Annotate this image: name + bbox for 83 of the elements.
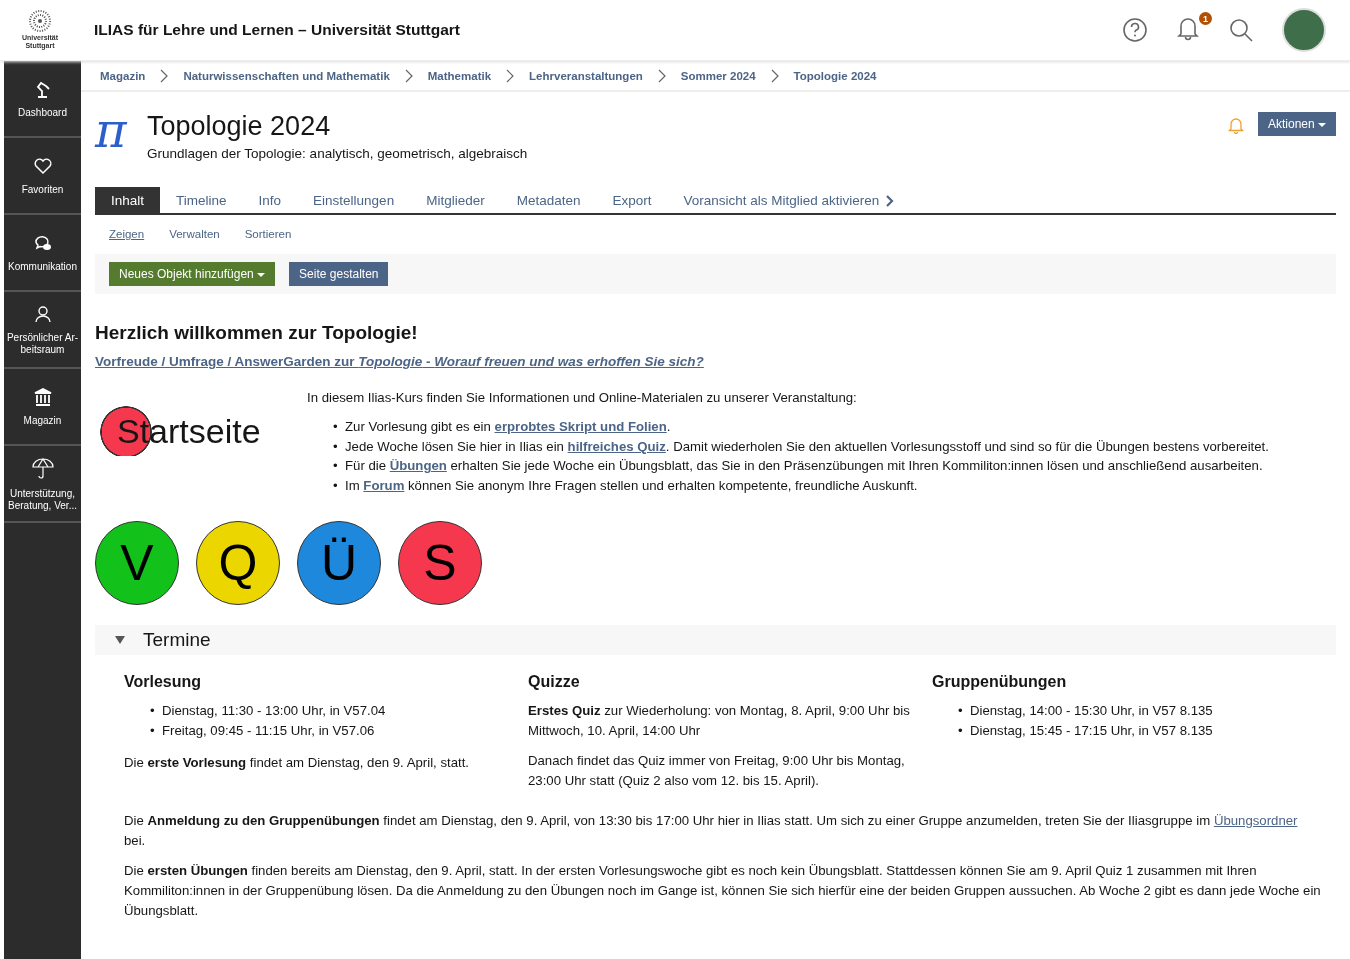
notification-badge: 1: [1199, 12, 1212, 25]
actions-button[interactable]: Aktionen: [1257, 112, 1336, 136]
tab[interactable]: Mitglieder: [410, 187, 501, 213]
column-heading: Gruppenübungen: [932, 673, 1068, 691]
survey-link[interactable]: Vorfreude / Umfrage / AnswerGarden zur Topologie - Worauf freuen und was erhoffen Sie sich?: [95, 354, 704, 369]
tab[interactable]: Einstellungen: [297, 187, 411, 213]
breadcrumb-link[interactable]: Topologie 2024: [793, 69, 877, 82]
tab[interactable]: Voransicht als Mitglied aktivieren: [667, 187, 912, 213]
dotted-sphere-icon: [27, 10, 53, 32]
chevron-right-icon: [403, 68, 414, 83]
sidebar-item[interactable]: Unterstützung, Beratung, Ver...: [4, 446, 81, 523]
paragraph: Erstes Quiz zur Wiederholung: von Montag, 8. April, 9:00 Uhr bis Mittwoch, 10. April, 14:00 Uhr: [528, 702, 911, 740]
subtab[interactable]: Zeigen: [109, 228, 145, 240]
bullet-mark: •: [333, 457, 339, 475]
paragraph: Die ersten Übungen finden bereits am Dienstag, den 9. April, statt. In der ersten Vorlesungswoche gibt es noch kein Übungsblatt. Stattdessen können Sie am 9. April Quiz 1 zusammen mit Ihren Kommiliton:innen in der Gruppenübung lösen. Da die Anmeldung zu den Übungen noch im Gange ist, können Sie sich hierfür eine der beiden Gruppen aussuchen. Ab Woche 2 gibt es dann jede Woche ein Übungsblatt.: [124, 862, 1322, 920]
bullet-mark: •: [958, 722, 964, 740]
chevron-right-icon: [159, 68, 170, 83]
sidebar-item[interactable]: Dashboard: [4, 61, 81, 138]
bullet-item: Für die Übungen erhalten Sie jede Woche ein Übungsblatt, das Sie in den Präsenzübungen mit Ihren Kommiliton:innen lösen und anschließend ausarbeiten.: [345, 457, 1263, 475]
heart-icon: [32, 155, 53, 176]
paragraph: Die Anmeldung zu den Gruppenübungen findet am Dienstag, den 9. April, von 13:30 bis 17:00 Uhr hier in Ilias statt. Um sich zu einer Gruppe anzumelden, treten Sie der Iliasgruppe im Übungsordner bei.: [124, 812, 1299, 850]
page-layout-button[interactable]: Seite gestalten: [289, 262, 389, 286]
course-title: Topologie 2024: [147, 110, 332, 142]
breadcrumb-link[interactable]: Naturwissenschaften und Mathematik: [183, 69, 390, 82]
accordion-header[interactable]: Termine: [95, 625, 1336, 655]
avatar[interactable]: [1282, 8, 1326, 52]
content-link[interactable]: Übungen: [389, 458, 447, 473]
content-link[interactable]: Forum: [363, 477, 405, 493]
chevron-right-icon: [769, 68, 780, 83]
content-link[interactable]: hilfreiches Quiz: [567, 438, 666, 454]
paragraph: Danach findet das Quiz immer von Freitag, 9:00 Uhr bis Montag, 23:00 Uhr statt (Quiz 2 also vom 12. bis 15. April).: [528, 752, 906, 790]
sidebar-item[interactable]: Persönlicher Ar-beitsraum: [4, 292, 81, 369]
chevron-right-icon: [656, 68, 667, 83]
breadcrumb-link[interactable]: Sommer 2024: [680, 69, 756, 82]
bullet-item: Im Forum können Sie anonym Ihre Fragen stellen und erhalten kompetente, freundliche Auskunft.: [345, 476, 918, 495]
subtab[interactable]: Verwalten: [169, 228, 220, 240]
schedule-item: Dienstag, 11:30 - 13:00 Uhr, in V57.04: [162, 702, 386, 720]
sidebar-item[interactable]: Magazin: [4, 369, 81, 446]
chevron-right-icon: [885, 194, 896, 207]
breadcrumb-link[interactable]: Magazin: [100, 69, 146, 82]
site-title: ILIAS für Lehre und Lernen – Universität Stuttgart: [94, 21, 461, 39]
paragraph: Die erste Vorlesung findet am Dienstag, den 9. April, statt.: [124, 754, 470, 772]
schedule-item: Freitag, 09:45 - 11:15 Uhr, in V57.06: [162, 722, 375, 740]
search-icon[interactable]: [1228, 17, 1254, 43]
course-pi-icon: π: [95, 110, 147, 150]
bullet-mark: •: [958, 702, 964, 720]
subtab[interactable]: Sortieren: [244, 228, 292, 240]
schedule-item: Dienstag, 15:45 - 17:15 Uhr, in V57 8.135: [970, 722, 1213, 740]
schedule-item: Dienstag, 14:00 - 15:30 Uhr, in V57 8.135: [970, 702, 1213, 720]
letter-circle[interactable]: Q: [196, 521, 280, 605]
intro-text: In diesem Ilias-Kurs finden Sie Informationen und Online-Materialen zu unserer Veranstaltung:: [307, 390, 858, 405]
bullet-mark: •: [150, 702, 156, 720]
notification-bell-icon[interactable]: [1176, 15, 1200, 41]
bullet-mark: •: [333, 476, 339, 495]
column-heading: Quizze: [528, 673, 581, 691]
tab[interactable]: Timeline: [160, 187, 243, 213]
tab[interactable]: Inhalt: [95, 187, 161, 213]
tab[interactable]: Info: [242, 187, 298, 213]
sidebar-item[interactable]: Kommunikation: [4, 215, 81, 292]
tab[interactable]: Metadaten: [500, 187, 597, 213]
umbrella-icon: [30, 455, 55, 480]
building-columns-icon: [32, 386, 53, 407]
welcome-heading: Herzlich willkommen zur Topologie!: [95, 322, 419, 344]
course-subtitle: Grundlagen der Topologie: analytisch, geometrisch, algebraisch: [147, 146, 529, 161]
breadcrumb-link[interactable]: Lehrveranstaltungen: [529, 69, 643, 82]
column-heading: Vorlesung: [124, 673, 203, 691]
sidebar-item[interactable]: Favoriten: [4, 138, 81, 215]
bullet-mark: •: [333, 437, 339, 456]
letter-circle[interactable]: V: [95, 521, 179, 605]
breadcrumb-link[interactable]: Mathematik: [427, 69, 492, 82]
bullet-mark: •: [333, 418, 339, 436]
add-object-button[interactable]: Neues Objekt hinzufügen: [109, 262, 276, 286]
content-link[interactable]: erprobtes Skript und Folien: [494, 419, 667, 434]
folder-link[interactable]: Übungsordner: [1213, 813, 1298, 828]
bullet-item: Jede Woche lösen Sie hier in Ilias ein hilfreiches Quiz. Damit wiederholen Sie den aktuellen Vorlesungsstoff und sind so für die Übungen bestens vorbereitet.: [345, 437, 1269, 456]
letter-circle[interactable]: Ü: [297, 521, 381, 605]
help-icon[interactable]: [1122, 17, 1148, 43]
chevron-right-icon: [505, 68, 516, 83]
tab[interactable]: Export: [596, 187, 668, 213]
person-icon: [32, 303, 53, 324]
letter-circle[interactable]: S: [398, 521, 482, 605]
bullet-mark: •: [150, 722, 156, 740]
bullet-item: Zur Vorlesung gibt es ein erprobtes Skript und Folien.: [345, 418, 671, 436]
